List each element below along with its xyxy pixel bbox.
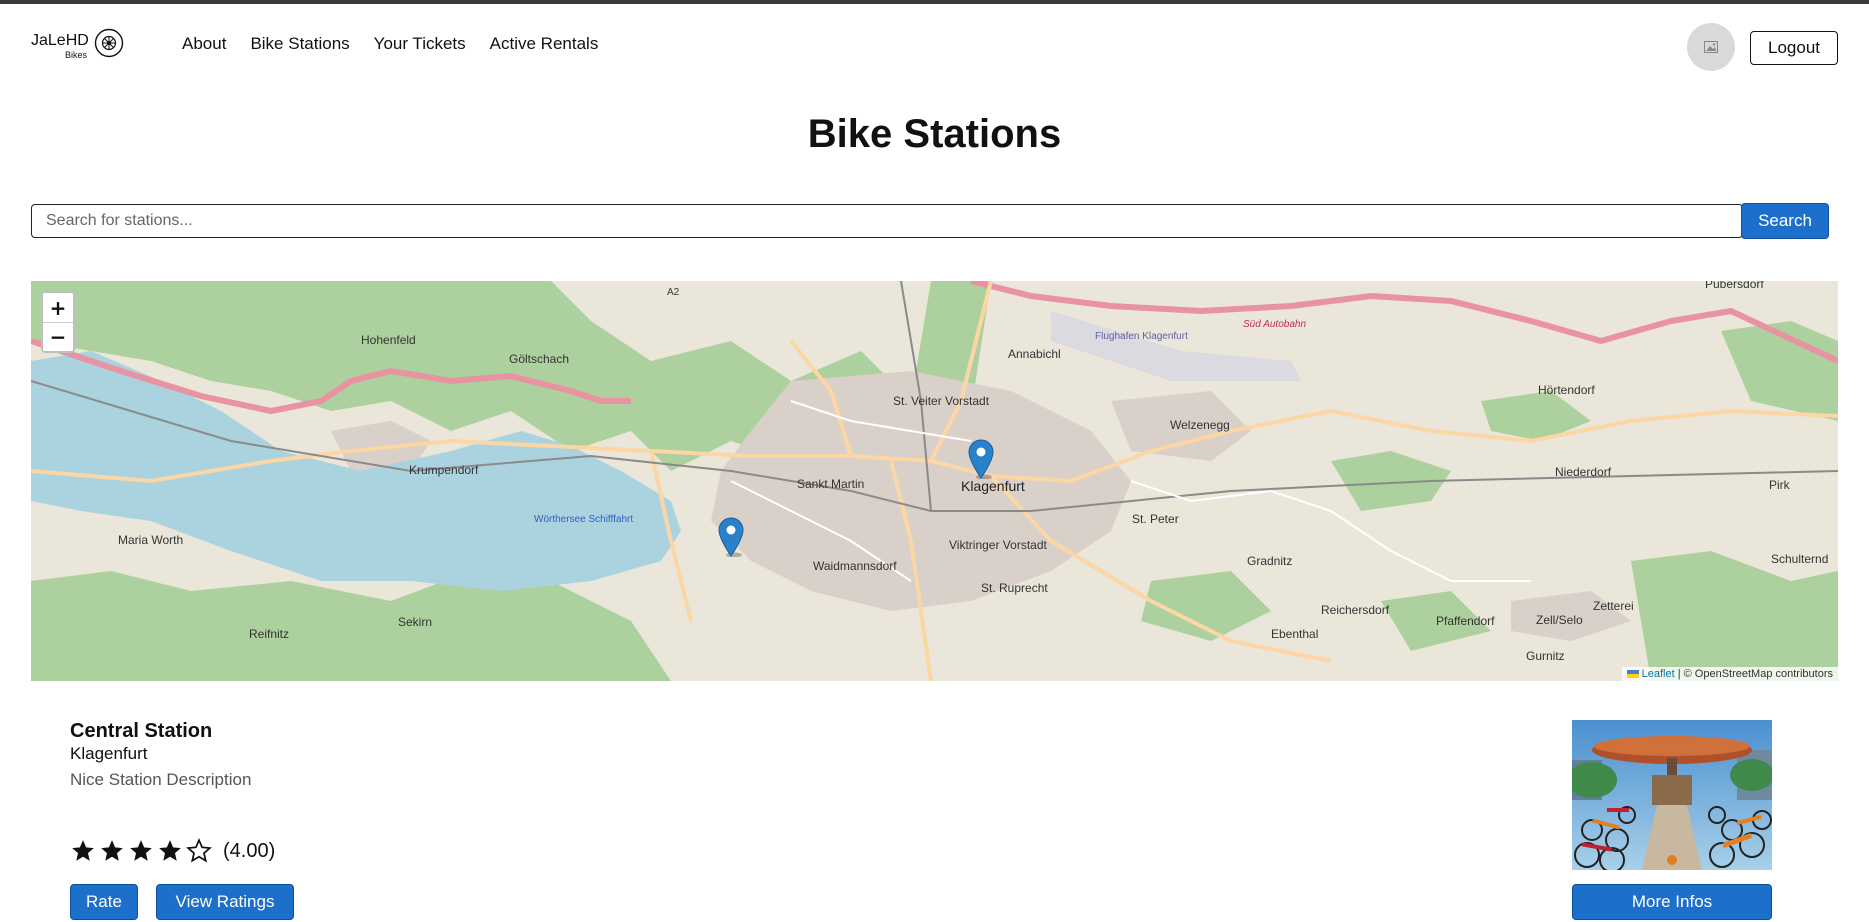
map-label-gortschach: Göltschach (509, 352, 570, 366)
image-icon (1704, 41, 1718, 53)
map-label-gradnitz: Gradnitz (1247, 554, 1293, 568)
view-ratings-button[interactable]: View Ratings (156, 884, 294, 920)
zoom-in-button[interactable]: + (43, 293, 73, 322)
star-empty-icon (186, 838, 212, 863)
map-label-welzenegg: Welzenegg (1170, 418, 1230, 432)
map-label-maria-worth: Maria Worth (118, 533, 184, 547)
map-label-viktringer: Viktringer Vorstadt (949, 538, 1047, 552)
stations-map[interactable]: Klagenfurt Sankt Martin St. Veiter Vorst… (31, 281, 1838, 681)
star-filled-icon (101, 840, 123, 861)
map-label-schulternd: Schulternd (1771, 552, 1829, 566)
map-label-zetterei: Zetterei (1593, 599, 1634, 613)
user-avatar[interactable] (1687, 23, 1735, 71)
logo-text: JaLeHD (31, 32, 89, 49)
map-label-st-veiter: St. Veiter Vorstadt (893, 394, 990, 408)
zoom-out-button[interactable]: − (43, 322, 73, 351)
map-label-sekirn: Sekirn (398, 615, 433, 629)
nav-item-your-tickets[interactable]: Your Tickets (374, 34, 466, 54)
rating-value: (4.00) (223, 839, 276, 862)
map-label-krumpendorf: Krumpendorf (409, 463, 479, 477)
map-label-klagenfurt: Klagenfurt (961, 478, 1025, 494)
map-label-a2: A2 (667, 287, 680, 298)
nav-item-bike-stations[interactable]: Bike Stations (250, 34, 349, 54)
map-label-sankt-martin: Sankt Martin (797, 477, 865, 491)
star-filled-icon (130, 840, 152, 861)
more-infos-button[interactable]: More Infos (1572, 884, 1772, 920)
map-label-waidmannsdorf: Waidmannsdorf (813, 559, 897, 573)
map-label-ebenthal: Ebenthal (1271, 627, 1319, 641)
nav-item-about[interactable]: About (182, 34, 226, 54)
attribution-text: | © OpenStreetMap contributors (1674, 668, 1833, 680)
map-label-hohenfeld: Hohenfeld (361, 333, 416, 347)
station-name: Central Station (70, 720, 213, 742)
station-description: Nice Station Description (70, 770, 252, 789)
station-marker-second[interactable] (718, 517, 744, 557)
map-label-hortendorf: Hörtendorf (1538, 383, 1595, 397)
bike-wheel-icon (94, 28, 124, 58)
star-filled-icon (159, 840, 181, 861)
map-label-annabichl: Annabichl (1008, 347, 1061, 361)
map-label-reichersdorf: Reichersdorf (1321, 603, 1390, 617)
map-label-worthersee: Wörthersee Schifffahrt (534, 514, 634, 525)
app-logo[interactable]: JaLeHD Bikes (31, 26, 131, 66)
station-marker-central[interactable] (968, 439, 994, 479)
map-label-gurnitz: Gurnitz (1526, 649, 1565, 663)
map-label-niederdorf: Niederdorf (1555, 465, 1612, 479)
station-photo (1572, 720, 1772, 870)
map-label-zell-selo: Zell/Selo (1536, 613, 1583, 627)
page-title: Bike Stations (807, 112, 1062, 156)
map-label-flughafen: Flughafen Klagenfurt (1095, 331, 1188, 342)
ukraine-flag-icon (1626, 670, 1639, 678)
app-header: JaLeHD Bikes About Bike Stations Your Ti… (0, 4, 1869, 84)
star-filled-icon (72, 840, 94, 861)
station-search-input[interactable] (31, 204, 1743, 238)
map-label-st-peter: St. Peter (1132, 512, 1179, 526)
map-label-reifnitz: Reifnitz (249, 627, 290, 641)
logout-button[interactable]: Logout (1750, 31, 1838, 65)
station-rating: (4.00) (70, 838, 275, 864)
map-attribution: Leaflet | © OpenStreetMap contributors (1621, 667, 1838, 681)
map-zoom-control: + − (41, 291, 75, 353)
rate-button[interactable]: Rate (70, 884, 138, 920)
station-city: Klagenfurt (70, 744, 148, 763)
map-label-sud-autobahn: Süd Autobahn (1243, 319, 1307, 330)
leaflet-link[interactable]: Leaflet (1642, 668, 1675, 680)
map-label-pubersdorf: Pubersdorf (1705, 281, 1764, 291)
nav-item-active-rentals[interactable]: Active Rentals (490, 34, 599, 54)
search-button[interactable]: Search (1741, 203, 1829, 239)
logo-subtitle: Bikes (65, 50, 88, 60)
map-label-pfaffendorf: Pfaffendorf (1436, 614, 1495, 628)
map-label-st-ruprecht: St. Ruprecht (981, 581, 1048, 595)
main-nav: About Bike Stations Your Tickets Active … (182, 34, 598, 54)
map-label-pirk: Pirk (1769, 478, 1790, 492)
